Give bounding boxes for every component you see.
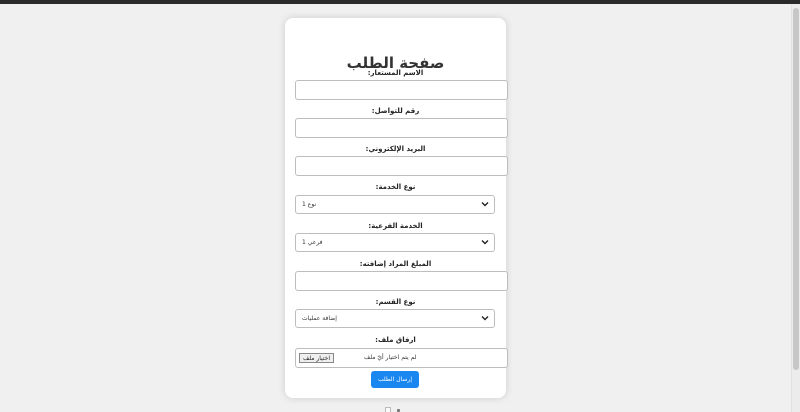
page-scrollbar[interactable] <box>791 4 800 412</box>
phone-input[interactable] <box>295 118 508 138</box>
service-type-label: :نوع الخدمة <box>375 183 416 191</box>
top-bar <box>0 0 800 4</box>
alias-input[interactable] <box>295 80 508 100</box>
file-input[interactable]: اختيار ملف لم يتم اختيار أيّ ملف <box>295 348 508 368</box>
amount-input[interactable] <box>295 271 508 291</box>
service-type-select[interactable]: نوع 1 <box>295 195 495 214</box>
chevron-down-icon <box>481 240 489 245</box>
section-type-select[interactable]: إضافة عمليات <box>295 309 495 328</box>
service-type-value: نوع 1 <box>302 201 317 208</box>
email-input[interactable] <box>295 156 508 176</box>
sub-service-value: فرعي 1 <box>302 239 323 246</box>
choose-file-button[interactable]: اختيار ملف <box>299 353 335 363</box>
scrollbar-thumb[interactable] <box>793 8 799 370</box>
alias-label: :الاسم المستعار <box>367 69 424 77</box>
email-label: :البريد الإلكتروني <box>365 145 426 153</box>
phone-label: :رقم للتواصل <box>371 107 420 115</box>
sub-service-label: :الخدمة الفرعية <box>368 222 423 230</box>
chevron-down-icon <box>481 202 489 207</box>
broken-image-icon <box>385 407 391 412</box>
submit-button[interactable]: إرسال الطلب <box>371 371 419 388</box>
sub-service-select[interactable]: فرعي 1 <box>295 233 495 252</box>
attachment-label: :ارفاق ملف <box>375 336 416 344</box>
file-status: لم يتم اختيار أيّ ملف <box>364 354 417 361</box>
request-form-card: صفحة الطلب :الاسم المستعار :رقم للتواصل … <box>285 18 508 398</box>
section-type-value: إضافة عمليات <box>302 315 337 322</box>
section-type-label: :نوع القسم <box>375 298 416 306</box>
chevron-down-icon <box>481 316 489 321</box>
amount-label: :المبلغ المراد إضافته <box>359 260 432 268</box>
